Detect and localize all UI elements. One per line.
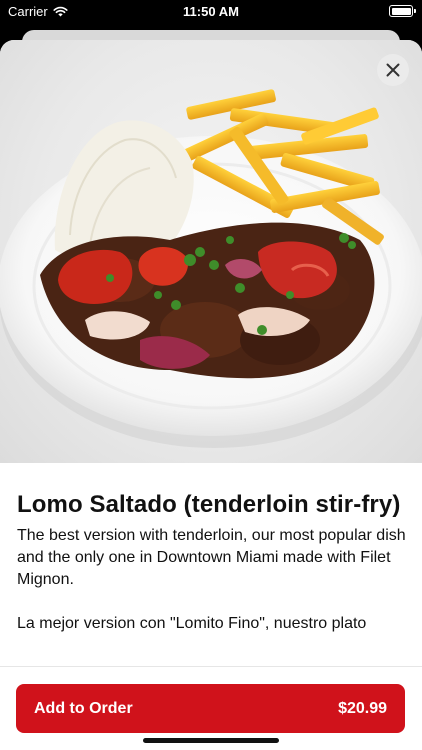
- item-price: $20.99: [338, 699, 387, 717]
- item-title: Lomo Saltado (tenderloin stir-fry): [17, 491, 401, 518]
- status-time: 11:50 AM: [183, 4, 239, 19]
- item-detail-sheet: Lomo Saltado (tenderloin stir-fry) The b…: [0, 40, 422, 750]
- item-info: Lomo Saltado (tenderloin stir-fry) The b…: [0, 463, 422, 635]
- item-description: The best version with tenderloin, our mo…: [17, 527, 406, 632]
- add-to-order-button[interactable]: Add to Order $20.99: [16, 684, 405, 733]
- close-icon: [386, 63, 400, 77]
- item-photo: [0, 40, 422, 463]
- home-indicator: [143, 738, 279, 743]
- battery-tip: [414, 9, 416, 13]
- add-to-order-label: Add to Order: [34, 699, 133, 717]
- screen: Carrier 11:50 AM Lomo Saltado (tenderloi…: [0, 0, 422, 750]
- battery-icon: [389, 5, 416, 17]
- status-bar: Carrier 11:50 AM: [0, 0, 422, 24]
- dish-illustration: [0, 89, 422, 448]
- close-button[interactable]: [377, 54, 409, 86]
- bottom-bar: Add to Order $20.99: [0, 666, 422, 750]
- battery-fill: [391, 7, 411, 15]
